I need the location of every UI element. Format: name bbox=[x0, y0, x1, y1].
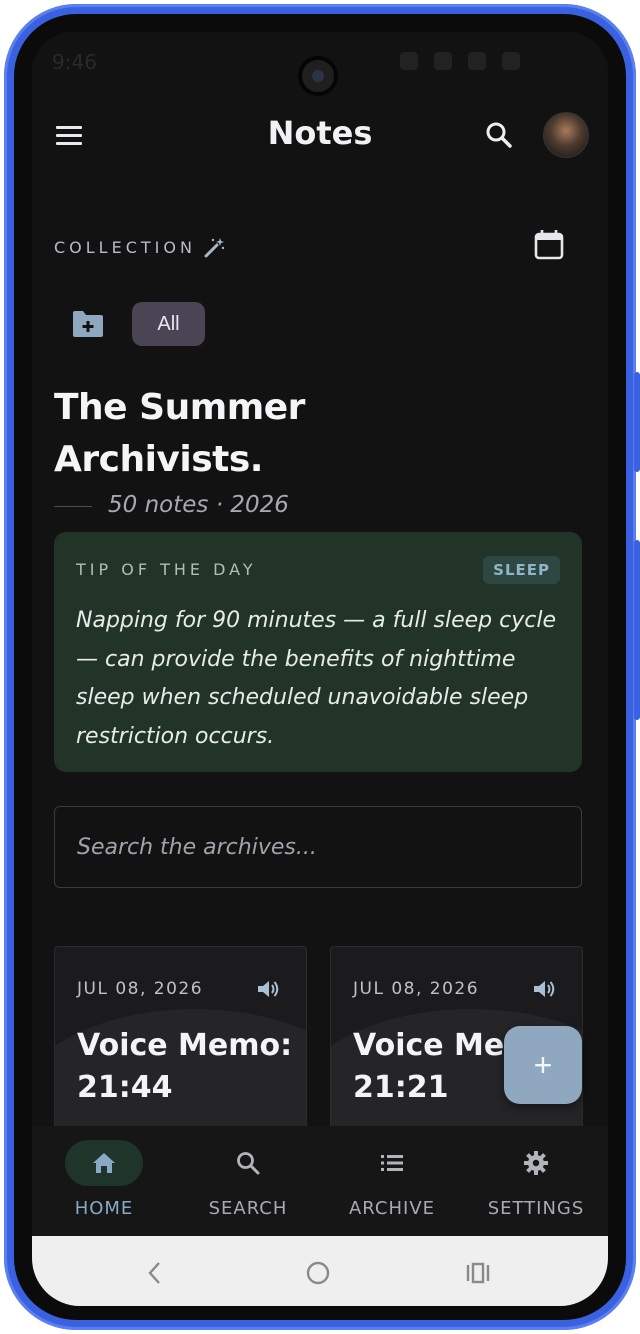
avatar[interactable] bbox=[543, 112, 589, 158]
front-camera bbox=[298, 56, 338, 96]
app-bar: Notes bbox=[32, 104, 608, 168]
list-icon bbox=[353, 1140, 431, 1186]
collection-meta: 50 notes · 2026 bbox=[108, 492, 289, 518]
title-divider bbox=[54, 506, 92, 507]
speaker-icon bbox=[255, 977, 281, 1001]
archive-search-input[interactable] bbox=[54, 806, 582, 888]
wifi-icon bbox=[434, 52, 452, 70]
app-screen: 9:46 Notes COLLECTION All The Summer Arc… bbox=[32, 32, 608, 1306]
status-time: 9:46 bbox=[52, 50, 97, 74]
note-card[interactable]: JUL 08, 2026 Voice Memo: 21:44 bbox=[54, 946, 307, 1136]
nav-label: ARCHIVE bbox=[348, 1198, 436, 1219]
magic-wand-icon[interactable] bbox=[202, 236, 226, 260]
note-title-line2: 21:44 bbox=[77, 1070, 173, 1105]
gear-icon bbox=[497, 1140, 575, 1186]
note-title-line1: Voice Memo: bbox=[77, 1028, 293, 1063]
calendar-icon[interactable] bbox=[532, 228, 566, 262]
volume-button bbox=[634, 372, 640, 472]
nav-home[interactable]: HOME bbox=[32, 1126, 176, 1236]
filter-chip-all[interactable]: All bbox=[132, 302, 205, 346]
app-title: Notes bbox=[267, 114, 373, 152]
nav-label: SEARCH bbox=[208, 1198, 288, 1219]
search-icon bbox=[209, 1140, 287, 1186]
battery-icon bbox=[502, 52, 520, 70]
back-icon[interactable] bbox=[140, 1258, 170, 1288]
home-circle-icon[interactable] bbox=[303, 1258, 333, 1288]
nav-label: HOME bbox=[74, 1198, 134, 1219]
recents-icon[interactable] bbox=[463, 1258, 493, 1288]
speaker-icon bbox=[531, 977, 557, 1001]
power-button bbox=[634, 540, 640, 720]
tip-text: Napping for 90 minutes — a full sleep cy… bbox=[76, 608, 556, 749]
signal-icon bbox=[468, 52, 486, 70]
status-icons bbox=[384, 52, 584, 72]
collection-label: COLLECTION bbox=[54, 238, 196, 257]
home-icon bbox=[65, 1140, 143, 1186]
note-date: JUL 08, 2026 bbox=[77, 979, 204, 999]
search-icon[interactable] bbox=[482, 118, 516, 152]
note-title: Voice Memo: 21:44 bbox=[77, 1025, 306, 1109]
add-note-button[interactable]: + bbox=[504, 1026, 582, 1104]
nav-search[interactable]: SEARCH bbox=[176, 1126, 320, 1236]
status-bar: 9:46 bbox=[32, 32, 608, 96]
tip-tag: SLEEP bbox=[483, 556, 560, 584]
tip-label: TIP OF THE DAY bbox=[76, 560, 257, 579]
tip-card: TIP OF THE DAY SLEEP Napping for 90 minu… bbox=[54, 532, 582, 772]
nav-archive[interactable]: ARCHIVE bbox=[320, 1126, 464, 1236]
alarm-icon bbox=[400, 52, 418, 70]
nav-label: SETTINGS bbox=[487, 1198, 585, 1219]
collection-title: The Summer Archivists. bbox=[54, 387, 305, 480]
nav-settings[interactable]: SETTINGS bbox=[464, 1126, 608, 1236]
new-folder-icon[interactable] bbox=[70, 308, 106, 340]
note-date: JUL 08, 2026 bbox=[353, 979, 480, 999]
bottom-nav: HOME SEARCH ARCHIVE SETTINGS bbox=[32, 1126, 608, 1236]
system-nav-bar bbox=[32, 1236, 608, 1306]
